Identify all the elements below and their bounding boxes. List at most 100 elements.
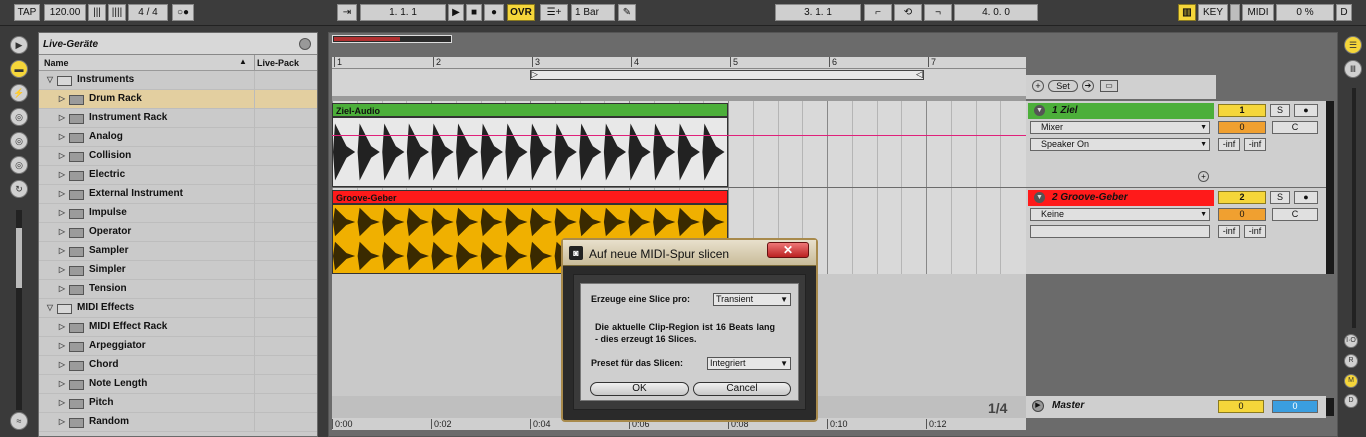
browser-item[interactable]: ▷ External Instrument <box>39 185 317 204</box>
clip-ziel-audio[interactable] <box>332 117 728 187</box>
disclosure-closed-icon[interactable]: ▷ <box>57 356 67 374</box>
follow-button[interactable]: ⇥ <box>337 4 357 21</box>
quantization-menu[interactable]: 1 Bar <box>571 4 615 21</box>
browser-item[interactable]: ▷ Tension <box>39 280 317 299</box>
add-icon[interactable]: + <box>1032 80 1044 92</box>
loop-start-marker-icon[interactable]: ▷ <box>531 69 538 80</box>
disclosure-closed-icon[interactable]: ▷ <box>57 185 67 203</box>
arm-icon[interactable]: ● <box>1294 104 1318 117</box>
disclosure-closed-icon[interactable]: ▷ <box>57 204 67 222</box>
cancel-button[interactable]: Cancel <box>693 382 791 396</box>
disclosure-open-icon[interactable]: ▽ <box>45 299 55 317</box>
track-title[interactable]: ▼ 2 Groove-Geber <box>1028 190 1214 206</box>
io-toggle-button[interactable]: I·O <box>1344 334 1358 348</box>
browser-item[interactable]: ▷ Operator <box>39 223 317 242</box>
mixer-toggle-button[interactable]: M <box>1344 374 1358 388</box>
disclosure-closed-icon[interactable]: ▷ <box>57 223 67 241</box>
browser-item[interactable]: ▷ Impulse <box>39 204 317 223</box>
loop-switch-icon[interactable]: ⟲ <box>894 4 922 21</box>
browser-item[interactable]: ▷ Sampler <box>39 242 317 261</box>
loop-brace[interactable] <box>530 70 924 80</box>
arrangement-view-icon[interactable]: ☰ <box>1344 36 1362 54</box>
file-browser-3-icon[interactable]: ◎ <box>10 156 28 174</box>
pan-field[interactable]: C <box>1272 121 1318 134</box>
output-select[interactable]: Speaker On ▼ <box>1030 138 1210 151</box>
disclosure-open-icon[interactable]: ▽ <box>45 71 55 89</box>
master-fold-icon[interactable]: ▶ <box>1032 400 1044 412</box>
delay-toggle-button[interactable]: D <box>1344 394 1358 408</box>
lock-icon[interactable]: ▭ <box>1100 80 1118 92</box>
close-icon[interactable]: ✕ <box>767 242 809 258</box>
preset-select[interactable]: Integriert ▼ <box>707 357 791 370</box>
disclosure-closed-icon[interactable]: ▷ <box>57 261 67 279</box>
pencil-icon[interactable]: ✎ <box>618 4 636 21</box>
arrangement-position[interactable]: 1. 1. 1 <box>360 4 446 21</box>
file-browser-2-icon[interactable]: ◎ <box>10 132 28 150</box>
loop-start-field[interactable]: 3. 1. 1 <box>775 4 861 21</box>
column-pack[interactable]: Live-Pack <box>257 58 299 68</box>
next-locator-icon[interactable]: ➔ <box>1082 80 1094 92</box>
browser-item[interactable]: ▷ Random <box>39 413 317 432</box>
browser-scroll-thumb[interactable] <box>16 228 22 288</box>
disclosure-closed-icon[interactable]: ▷ <box>57 147 67 165</box>
track-ziel-lane[interactable]: Ziel-Audio <box>332 101 1026 187</box>
browser-item[interactable]: ▷ Instrument Rack <box>39 109 317 128</box>
loop-brace-area[interactable]: ▷ ◁ <box>332 69 1026 96</box>
key-map-button[interactable]: KEY <box>1198 4 1228 21</box>
refresh-icon[interactable]: ↻ <box>10 180 28 198</box>
input-type-select[interactable]: Mixer ▼ <box>1030 121 1210 134</box>
disclosure-closed-icon[interactable]: ▷ <box>57 280 67 298</box>
output-select[interactable] <box>1030 225 1210 238</box>
overview-toggle-icon[interactable]: ≈ <box>10 412 28 430</box>
browser-item[interactable]: ▷ MIDI Effect Rack <box>39 318 317 337</box>
loop-length-field[interactable]: 4. 0. 0 <box>954 4 1038 21</box>
volume-field[interactable]: 0 <box>1218 208 1266 221</box>
browser-item[interactable]: ▷ Pitch <box>39 394 317 413</box>
midi-map-button[interactable]: MIDI <box>1242 4 1274 21</box>
browser-item[interactable]: ▷ Analog <box>39 128 317 147</box>
fold-icon[interactable]: ▼ <box>1034 192 1045 203</box>
fold-icon[interactable]: ▼ <box>1034 105 1045 116</box>
browser-item[interactable]: ▷ Arpeggiator <box>39 337 317 356</box>
disclosure-closed-icon[interactable]: ▷ <box>57 109 67 127</box>
clip-ziel-audio-header[interactable]: Ziel-Audio <box>332 103 728 117</box>
beat-time-ruler[interactable]: 1 2 3 4 5 6 7 <box>332 57 1026 69</box>
plugin-browser-icon[interactable]: ⚡ <box>10 84 28 102</box>
browser-item[interactable]: ▽ MIDI Effects <box>39 299 317 318</box>
disclosure-closed-icon[interactable]: ▷ <box>57 375 67 393</box>
device-browser-icon[interactable]: ▬ <box>10 60 28 78</box>
disclosure-closed-icon[interactable]: ▷ <box>57 166 67 184</box>
hotswap-icon[interactable] <box>299 38 311 50</box>
tap-button[interactable]: TAP <box>14 4 40 21</box>
arrangement-scrollbar[interactable] <box>1352 88 1356 328</box>
tempo-field[interactable]: 120.00 <box>44 4 86 21</box>
nudge-up-button[interactable]: |||| <box>108 4 126 21</box>
punch-out-icon[interactable]: ¬ <box>924 4 952 21</box>
record-icon[interactable]: ● <box>484 4 504 21</box>
returns-toggle-button[interactable]: R <box>1344 354 1358 368</box>
input-type-select[interactable]: Keine ▼ <box>1030 208 1210 221</box>
disclosure-closed-icon[interactable]: ▷ <box>57 337 67 355</box>
nudge-down-button[interactable]: ||| <box>88 4 106 21</box>
browser-item[interactable]: ▷ Drum Rack <box>39 90 317 109</box>
sort-arrow-icon[interactable]: ▲ <box>239 57 247 66</box>
browser-item[interactable]: ▷ Simpler <box>39 261 317 280</box>
pan-field[interactable]: C <box>1272 208 1318 221</box>
time-signature-field[interactable]: 4 / 4 <box>128 4 168 21</box>
solo-button[interactable]: S <box>1270 104 1290 117</box>
stop-icon[interactable]: ■ <box>466 4 482 21</box>
browser-item[interactable]: ▷ Note Length <box>39 375 317 394</box>
browser-item[interactable]: ▷ Collision <box>39 147 317 166</box>
automation-arm-icon[interactable]: ☰+ <box>540 4 568 21</box>
ok-button[interactable]: OK <box>590 382 689 396</box>
column-name[interactable]: Name <box>44 58 69 68</box>
loop-end-marker-icon[interactable]: ◁ <box>916 69 923 80</box>
browser-item[interactable]: ▽ Instruments <box>39 71 317 90</box>
ovr-button[interactable]: OVR <box>507 4 535 21</box>
disclosure-closed-icon[interactable]: ▷ <box>57 90 67 108</box>
browser-item[interactable]: ▷ Chord <box>39 356 317 375</box>
disclosure-closed-icon[interactable]: ▷ <box>57 242 67 260</box>
play-icon[interactable]: ▶ <box>448 4 464 21</box>
track-number-button[interactable]: 1 <box>1218 104 1266 117</box>
disclosure-closed-icon[interactable]: ▷ <box>57 413 67 431</box>
